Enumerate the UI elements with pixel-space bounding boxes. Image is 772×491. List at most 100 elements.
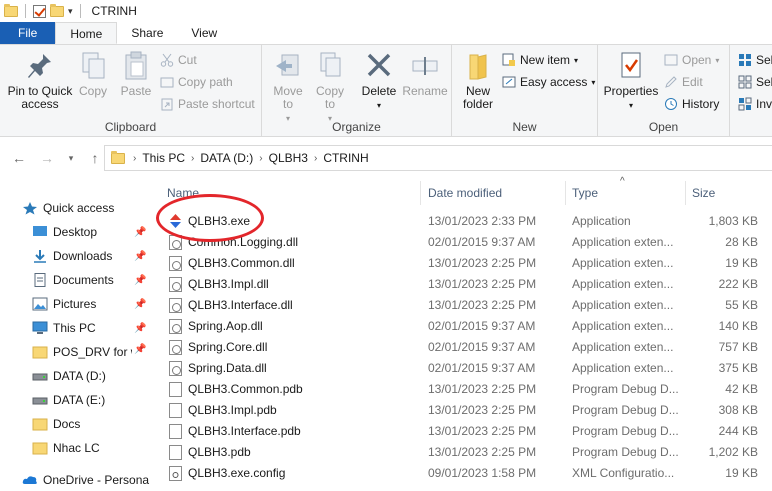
download-icon (32, 249, 48, 263)
table-row[interactable]: Common.Logging.dll 02/01/2015 9:37 AM Appl… (150, 232, 772, 253)
properties-label: Properties (603, 84, 659, 98)
breadcrumb-data-d[interactable]: DATA (D:) (200, 151, 253, 165)
table-row[interactable]: QLBH3.Impl.pdb 13/01/2023 2:25 PM Program … (150, 400, 772, 421)
new-item-button[interactable]: New item ▾ (502, 53, 578, 67)
paste-button[interactable]: Paste (116, 51, 156, 98)
delete-button[interactable]: Delete ▾ (358, 51, 400, 112)
chevron-right-icon[interactable]: › (133, 153, 136, 164)
copy-button[interactable]: Copy (74, 51, 112, 98)
copy-path-button[interactable]: Copy path (160, 75, 233, 89)
file-type: Program Debug D... (572, 424, 679, 438)
chevron-right-icon[interactable]: › (314, 153, 317, 164)
nav-item-docs[interactable]: Docs (0, 413, 150, 435)
chevron-down-icon: ▾ (574, 55, 579, 65)
column-header-name[interactable]: Name (167, 181, 417, 205)
pc-icon (32, 321, 48, 335)
tab-view[interactable]: View (177, 22, 231, 44)
pin-icon[interactable]: 📌 (134, 323, 146, 334)
new-item-label: New item (520, 53, 571, 67)
column-header-date[interactable]: Date modified (428, 181, 568, 205)
table-row[interactable]: QLBH3.Common.dll 13/01/2023 2:25 PM Applic… (150, 253, 772, 274)
table-row[interactable]: QLBH3.exe.config 09/01/2023 1:58 PM XML Co… (150, 463, 772, 484)
nav-item-documents[interactable]: Documents 📌 (0, 269, 150, 291)
properties-button[interactable]: Properties ▾ (602, 51, 660, 112)
invert-selection-button[interactable]: Inv (738, 97, 772, 111)
star-icon (22, 201, 38, 215)
select-all-button[interactable]: Sel (738, 53, 772, 67)
file-size: 1,202 KB (708, 445, 758, 459)
paste-shortcut-button[interactable]: Paste shortcut (160, 97, 255, 111)
dll-icon (169, 277, 182, 292)
pin-icon[interactable]: 📌 (134, 344, 146, 355)
table-row[interactable]: Spring.Aop.dll 02/01/2015 9:37 AM Applicat… (150, 316, 772, 337)
edit-label: Edit (682, 75, 703, 89)
column-divider[interactable] (685, 181, 686, 205)
file-type: XML Configuratio... (572, 466, 675, 480)
table-row[interactable]: QLBH3.exe 13/01/2023 2:33 PM Application 1,… (150, 211, 772, 232)
paste-label: Paste (120, 84, 152, 98)
column-divider[interactable] (565, 181, 566, 205)
tab-file[interactable]: File (0, 22, 56, 44)
nav-item-desktop[interactable]: Desktop 📌 (0, 221, 150, 243)
nav-item-label: DATA (D:) (53, 369, 106, 383)
table-row[interactable]: QLBH3.Common.pdb 13/01/2023 2:25 PM Progra… (150, 379, 772, 400)
nav-item-label: Quick access (43, 201, 115, 215)
folder-icon (111, 150, 125, 164)
nav-item-onedrive[interactable]: OneDrive - Persona (0, 469, 150, 491)
nav-item-data-e[interactable]: DATA (E:) (0, 389, 150, 411)
open-group: Properties ▾ Open ▾ Edit History Open (598, 45, 730, 137)
breadcrumb-qlbh3[interactable]: QLBH3 (269, 151, 308, 165)
new-folder-button[interactable]: New folder (458, 51, 498, 111)
rename-button[interactable]: Rename (402, 51, 448, 98)
pin-icon[interactable]: 📌 (134, 227, 146, 238)
column-header-size[interactable]: Size (692, 181, 762, 205)
tab-home[interactable]: Home (55, 22, 118, 44)
nav-item-downloads[interactable]: Downloads 📌 (0, 245, 150, 267)
back-arrow-icon[interactable]: ← (8, 150, 30, 166)
breadcrumb-ctrinh[interactable]: CTRINH (323, 151, 368, 165)
file-type: Program Debug D... (572, 403, 679, 417)
pin-icon[interactable]: 📌 (134, 275, 146, 286)
chevron-down-icon[interactable]: ▾ (68, 6, 73, 17)
move-to-button[interactable]: Move to ▾ (268, 51, 308, 125)
breadcrumb-this-pc[interactable]: This PC (142, 151, 185, 165)
nav-item-data-d[interactable]: DATA (D:) (0, 365, 150, 387)
select-none-button[interactable]: Sel (738, 75, 772, 89)
table-row[interactable]: QLBH3.Interface.pdb 13/01/2023 2:25 PM Pro… (150, 421, 772, 442)
up-arrow-icon[interactable]: ↑ (84, 150, 106, 166)
history-button[interactable]: History (664, 97, 719, 111)
file-date: 13/01/2023 2:25 PM (428, 424, 537, 438)
new-folder-icon[interactable] (50, 3, 64, 17)
nav-item-this-pc[interactable]: This PC 📌 (0, 317, 150, 339)
nav-item-pictures[interactable]: Pictures 📌 (0, 293, 150, 315)
table-row[interactable]: Spring.Core.dll 02/01/2015 9:37 AM Applica… (150, 337, 772, 358)
pin-icon[interactable]: 📌 (134, 251, 146, 262)
open-label: Open (682, 53, 712, 67)
chevron-down-icon: ▾ (591, 77, 596, 87)
table-row[interactable]: QLBH3.Interface.dll 13/01/2023 2:25 PM App… (150, 295, 772, 316)
edit-button[interactable]: Edit (664, 75, 703, 89)
pin-icon[interactable]: 📌 (134, 299, 146, 310)
nav-item-quick-access[interactable]: Quick access (0, 197, 150, 219)
chevron-right-icon[interactable]: › (259, 153, 262, 164)
table-row[interactable]: QLBH3.pdb 13/01/2023 2:25 PM Program Debug… (150, 442, 772, 463)
nav-item-pos-drv[interactable]: POS_DRV for w (0, 341, 132, 363)
copy-to-button[interactable]: Copy to ▾ (310, 51, 350, 125)
table-row[interactable]: Spring.Data.dll 02/01/2015 9:37 AM Applica… (150, 358, 772, 379)
column-divider[interactable] (420, 181, 421, 205)
nav-item-nhac-lc[interactable]: Nhac LC (0, 437, 150, 459)
address-bar[interactable]: › This PC › DATA (D:) › QLBH3 › CTRINH (104, 145, 772, 171)
cut-button[interactable]: Cut (160, 53, 197, 67)
easy-access-button[interactable]: Easy access ▾ (502, 75, 595, 89)
file-type: Program Debug D... (572, 445, 679, 459)
chevron-right-icon[interactable]: › (191, 153, 194, 164)
open-button[interactable]: Open ▾ (664, 53, 719, 67)
pin-to-quick-access-button[interactable]: Pin to Quick access (6, 51, 74, 111)
paste-shortcut-label: Paste shortcut (178, 97, 255, 111)
new-group-label: New (512, 120, 537, 134)
table-row[interactable]: QLBH3.Impl.dll 13/01/2023 2:25 PM Applicat… (150, 274, 772, 295)
properties-check-icon[interactable] (33, 4, 46, 18)
recent-locations-chevron-icon[interactable]: ▾ (60, 153, 82, 164)
tab-share[interactable]: Share (117, 22, 177, 44)
forward-arrow-icon[interactable]: → (36, 150, 58, 166)
